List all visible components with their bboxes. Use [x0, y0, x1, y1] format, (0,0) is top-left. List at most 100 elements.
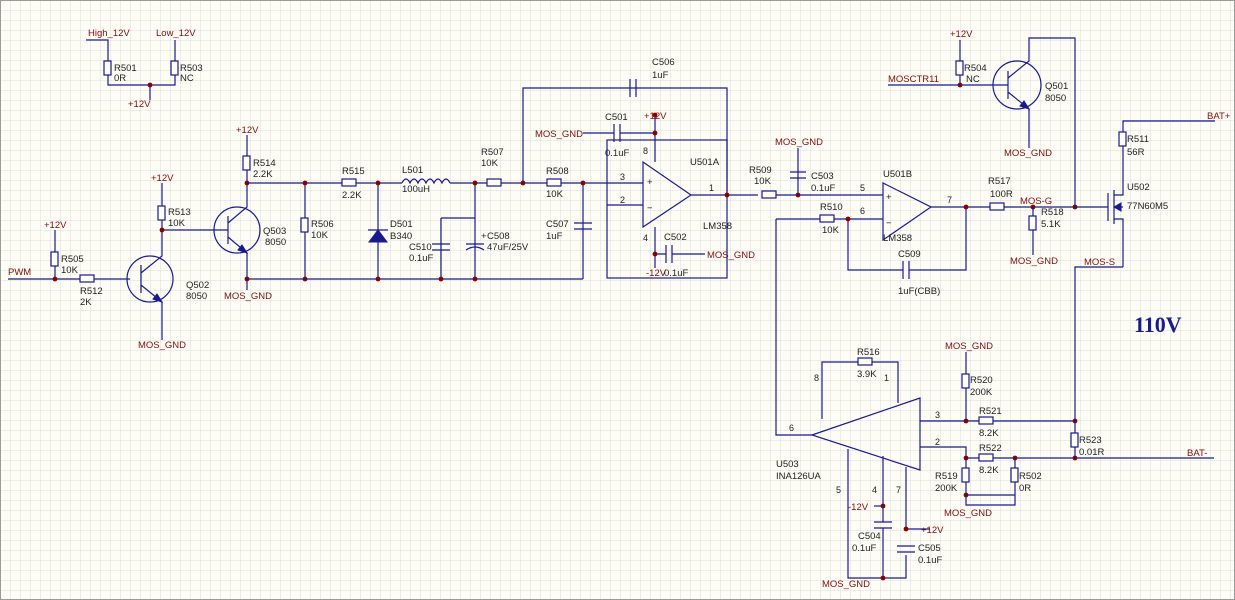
- r511-val: 56R: [1127, 147, 1145, 158]
- d501-val: B340: [390, 231, 412, 242]
- c506-ref: C506: [652, 57, 675, 68]
- u503-pin4: 4: [872, 485, 877, 495]
- u501b-pin5: 5: [860, 183, 865, 193]
- r520-val: 200K: [970, 387, 993, 398]
- r522-ref: R522: [979, 443, 1002, 454]
- net-p12v-c: +12V: [151, 173, 174, 184]
- net-p12v-d: +12V: [236, 125, 259, 136]
- r521-ref: R521: [979, 406, 1002, 417]
- u501b-minus: −: [886, 218, 892, 229]
- net-p12v-b: +12V: [44, 220, 67, 231]
- net-mosgnd-d: MOS_GND: [707, 250, 755, 261]
- r506-val: 10K: [311, 230, 329, 241]
- u501a-pin1: 1: [709, 183, 714, 193]
- q501-val: 8050: [1045, 93, 1066, 104]
- u503-pin3: 3: [935, 410, 940, 420]
- u503-pin2: 2: [935, 437, 940, 447]
- u503-pin6: 6: [789, 423, 794, 433]
- r512-ref: R512: [80, 286, 103, 297]
- q501-ref: Q501: [1045, 81, 1068, 92]
- schematic-sheet: High_12V Low_12V R501 0R R503 NC +12V +1…: [0, 0, 1235, 600]
- u503-pin1: 1: [884, 373, 889, 383]
- r523-ref: R523: [1079, 435, 1102, 446]
- u502-ref: U502: [1127, 182, 1150, 193]
- r509-val: 10K: [754, 176, 772, 187]
- q502-val: 8050: [186, 291, 207, 302]
- c508-ref: C508: [487, 231, 510, 242]
- c502-val: 0.1uF: [664, 268, 688, 279]
- r507-val: 10K: [481, 158, 499, 169]
- c509-ref: C509: [898, 249, 921, 260]
- voltage-annotation: 110V: [1134, 312, 1182, 337]
- r515-val: 2.2K: [342, 190, 362, 201]
- u501a-pin8: 8: [643, 146, 648, 156]
- net-pwm: PWM: [8, 267, 31, 278]
- c504-val: 0.1uF: [852, 543, 876, 554]
- q503-ref: Q503: [263, 226, 286, 237]
- u501a-pin2: 2: [620, 195, 625, 205]
- q502-ref: Q502: [186, 280, 209, 291]
- r519-val: 200K: [935, 483, 958, 494]
- u503-ref: U503: [776, 459, 799, 470]
- u501a-minus: −: [647, 203, 653, 214]
- r508-val: 10K: [546, 189, 564, 200]
- r501-val: 0R: [114, 73, 126, 84]
- r506-ref: R506: [311, 219, 334, 230]
- r516-val: 3.9K: [857, 369, 877, 380]
- u501a-val: LM358: [703, 221, 732, 232]
- r513-val: 10K: [168, 218, 186, 229]
- u503-pin8: 8: [814, 373, 819, 383]
- r509-ref: R509: [749, 165, 772, 176]
- net-p12v-g: +12V: [921, 525, 944, 536]
- r518-ref: R518: [1041, 207, 1064, 218]
- c501-ref: C501: [605, 112, 628, 123]
- c505-val: 0.1uF: [918, 555, 942, 566]
- net-mosgnd-g: MOS_GND: [1004, 148, 1052, 159]
- net-p12v-a: +12V: [128, 99, 151, 110]
- net-mosgnd-f: MOS_GND: [1010, 256, 1058, 267]
- u503-pin7: 7: [896, 485, 901, 495]
- r505-val: 10K: [61, 265, 79, 276]
- net-batp: BAT+: [1207, 111, 1231, 122]
- net-moss: MOS-S: [1084, 257, 1115, 268]
- r510-ref: R510: [820, 202, 843, 213]
- u501b-pin6: 6: [860, 206, 865, 216]
- c510-val: 0.1uF: [409, 253, 433, 264]
- u503-val: INA126UA: [776, 471, 822, 482]
- r517-val: 100R: [990, 189, 1013, 200]
- r516-ref: R516: [857, 347, 880, 358]
- r522-val: 8.2K: [979, 465, 999, 476]
- net-mosgnd-i: MOS_GND: [944, 508, 992, 519]
- q503-val: 8050: [265, 237, 286, 248]
- c502-ref: C502: [664, 232, 687, 243]
- r503-val: NC: [180, 73, 194, 84]
- u501a-pin3: 3: [620, 172, 625, 182]
- u501b-ref: U501B: [883, 169, 912, 180]
- r514-val: 2.2K: [253, 169, 273, 180]
- c501-val: 0.1uF: [605, 148, 629, 159]
- net-p12v-e: +12V: [644, 111, 667, 122]
- c507-ref: C507: [546, 219, 569, 230]
- l501-ref: L501: [402, 165, 423, 176]
- r519-ref: R519: [935, 471, 958, 482]
- r507-ref: R507: [481, 147, 504, 158]
- net-mosgnd-a: MOS_GND: [138, 340, 186, 351]
- r523-val: 0.01R: [1079, 447, 1104, 458]
- net-mosgnd-c: MOS_GND: [535, 129, 583, 140]
- u501b-plus: +: [886, 192, 892, 203]
- c507-val: 1uF: [546, 231, 563, 242]
- r518-val: 5.1K: [1041, 219, 1061, 230]
- r504-val: NC: [966, 74, 980, 85]
- r512-val: 2K: [80, 297, 92, 308]
- r520-ref: R520: [970, 375, 993, 386]
- r505-ref: R505: [61, 254, 84, 265]
- r508-ref: R508: [546, 166, 569, 177]
- u501a-pin4: 4: [643, 233, 648, 243]
- u501b-pin7: 7: [947, 195, 952, 205]
- net-mosctr: MOSCTR11: [888, 74, 939, 85]
- r521-val: 8.2K: [979, 428, 999, 439]
- r502-ref: R502: [1019, 471, 1042, 482]
- u501a-ref: U501A: [690, 157, 720, 168]
- u503-pin5: 5: [836, 485, 841, 495]
- r502-val: 0R: [1019, 483, 1031, 494]
